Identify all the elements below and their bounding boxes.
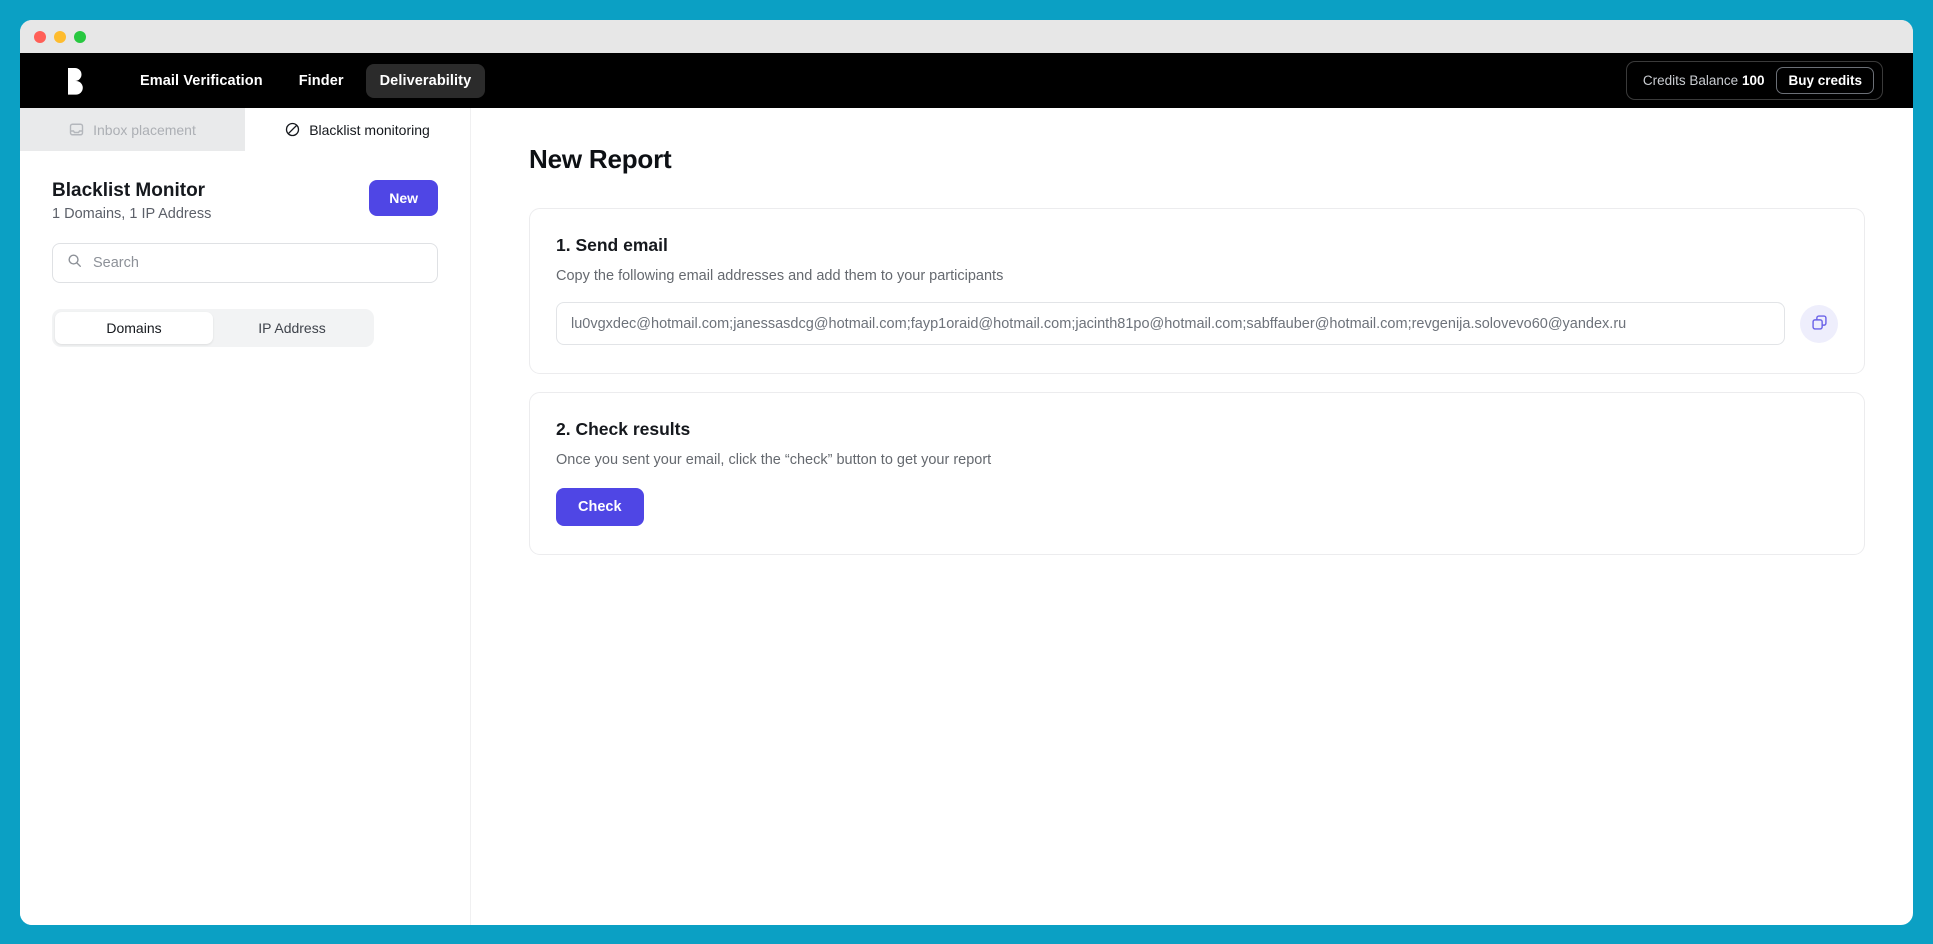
app-body: Inbox placement Blacklist monitoring Bla… — [20, 108, 1913, 925]
copy-icon — [1811, 314, 1828, 334]
search-icon — [67, 253, 82, 273]
credits-balance-label: Credits Balance 100 — [1643, 73, 1765, 88]
subtab-inbox-placement[interactable]: Inbox placement — [20, 108, 245, 151]
check-results-title: 2. Check results — [556, 419, 691, 439]
credits-balance-box: Credits Balance 100 Buy credits — [1625, 61, 1883, 100]
app-window: Email Verification Finder Deliverability… — [20, 20, 1913, 925]
segment-ip-address[interactable]: IP Address — [213, 312, 371, 344]
main-nav-links: Email Verification Finder Deliverability — [126, 63, 486, 98]
search-input[interactable] — [93, 254, 423, 271]
sidebar-subtitle: 1 Domains, 1 IP Address — [52, 205, 212, 222]
check-results-description: Once you sent your email, click the “che… — [556, 452, 992, 468]
sidebar-panel-header: Blacklist Monitor 1 Domains, 1 IP Addres… — [52, 179, 438, 222]
close-window-button[interactable] — [34, 30, 46, 43]
nav-link-deliverability[interactable]: Deliverability — [365, 63, 486, 98]
sidebar-heading-group: Blacklist Monitor 1 Domains, 1 IP Addres… — [52, 179, 211, 222]
send-email-card: 1. Send email Copy the following email a… — [529, 208, 1865, 374]
segment-domains[interactable]: Domains — [55, 311, 213, 344]
topnav-right-cluster: Credits Balance 100 Buy credits — [1625, 61, 1883, 100]
buy-credits-button[interactable]: Buy credits — [1776, 67, 1874, 94]
nav-link-finder[interactable]: Finder — [285, 64, 358, 98]
email-addresses-input[interactable] — [556, 302, 1785, 345]
subtab-blacklist-monitoring-label: Blacklist monitoring — [309, 121, 430, 138]
sidebar-title: Blacklist Monitor — [52, 180, 206, 201]
copy-emails-button[interactable] — [1800, 304, 1838, 343]
send-email-description: Copy the following email addresses and a… — [556, 268, 1004, 284]
top-navigation-bar: Email Verification Finder Deliverability… — [20, 53, 1913, 108]
sidebar-search-field[interactable] — [52, 242, 438, 283]
new-monitor-button[interactable]: New — [369, 180, 438, 216]
email-addresses-row — [556, 302, 1838, 345]
main-content: New Report 1. Send email Copy the follow… — [471, 108, 1913, 925]
credits-balance-text: Credits Balance — [1642, 73, 1739, 88]
check-button[interactable]: Check — [556, 488, 644, 526]
brand-logo-icon[interactable] — [62, 67, 88, 95]
sidebar-panel: Blacklist Monitor 1 Domains, 1 IP Addres… — [20, 151, 470, 347]
sidebar-segmented-control: Domains IP Address — [52, 308, 374, 347]
send-email-title: 1. Send email — [556, 235, 668, 255]
inbox-icon — [69, 122, 84, 137]
zoom-window-button[interactable] — [74, 30, 86, 43]
page-title: New Report — [529, 144, 672, 174]
window-titlebar — [20, 20, 1913, 53]
ban-icon — [285, 122, 300, 137]
subtab-blacklist-monitoring[interactable]: Blacklist monitoring — [245, 108, 470, 151]
deliverability-subtabs: Inbox placement Blacklist monitoring — [20, 108, 470, 151]
minimize-window-button[interactable] — [54, 30, 66, 43]
subtab-inbox-placement-label: Inbox placement — [93, 121, 196, 138]
sidebar: Inbox placement Blacklist monitoring Bla… — [20, 108, 471, 925]
nav-link-email-verification[interactable]: Email Verification — [126, 64, 277, 98]
check-results-card: 2. Check results Once you sent your emai… — [529, 392, 1865, 555]
credits-balance-value: 100 — [1741, 73, 1765, 88]
